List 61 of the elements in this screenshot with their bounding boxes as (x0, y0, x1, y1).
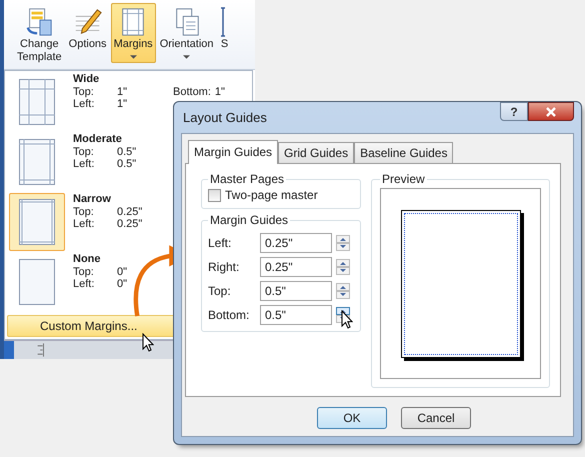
dialog-button[interactable]: Cancel (401, 407, 471, 429)
help-button[interactable]: ? (500, 102, 528, 121)
preset-name: Moderate (73, 133, 123, 146)
input-field[interactable]: 0.5" (260, 281, 332, 301)
ribbon-button[interactable]: S (218, 3, 232, 63)
page-margins-icon (19, 139, 55, 185)
close-button[interactable] (528, 102, 574, 121)
margin-value: 0.5" (117, 158, 138, 170)
cursor-icon (341, 310, 353, 329)
margin-value: 0.25" (117, 206, 144, 218)
caret-icon (130, 55, 137, 59)
dialog-button[interactable]: OK (317, 407, 387, 429)
preset-name: Wide (73, 73, 100, 86)
checkbox-label: Two-page master (225, 188, 318, 202)
input-field[interactable]: 0.25" (260, 233, 332, 253)
group-title: Margin Guides (209, 213, 290, 227)
ribbon-button[interactable]: Orientation (156, 3, 216, 63)
margin-label: Bottom: (173, 86, 211, 98)
tab[interactable]: Margin Guides (188, 140, 278, 164)
spinner-arrows-icon (336, 259, 350, 275)
field-label: Top: (208, 284, 232, 298)
margin-value: 0" (117, 278, 128, 290)
window-title: Layout Guides (182, 110, 267, 125)
margin-label: Top: (73, 146, 95, 158)
preset-name: Narrow (73, 193, 112, 206)
checkbox[interactable] (208, 188, 221, 202)
margin-value: 1" (117, 86, 128, 98)
margin-value: 0" (117, 266, 128, 278)
margin-label: Left: (73, 158, 96, 170)
page-margins-icon (19, 259, 55, 305)
ribbon-button[interactable]: Options (66, 3, 110, 63)
field-label: Right: (208, 260, 240, 274)
margin-label: Left: (73, 98, 96, 110)
preset-name: None (73, 253, 102, 266)
ribbon-button[interactable]: Margins (110, 3, 156, 63)
margin-label: Top: (73, 266, 95, 278)
spinner-arrows-icon (336, 283, 350, 299)
close-icon (546, 106, 556, 116)
margin-label: Top: (73, 86, 95, 98)
margin-value: 1" (214, 86, 225, 98)
group-title: Master Pages (209, 172, 286, 186)
input-field[interactable]: 0.25" (260, 257, 332, 277)
group-title: Preview (381, 172, 426, 186)
template-icon (24, 6, 54, 38)
page-margins-icon (19, 79, 55, 125)
spinner-arrows-icon (336, 235, 350, 251)
ribbon-button[interactable]: Change Template (14, 3, 65, 67)
caret-icon (183, 55, 190, 59)
margin-value: 1" (117, 98, 128, 110)
field-label: Left: (208, 236, 232, 250)
ruler-icon (36, 343, 46, 357)
input-field[interactable]: 0.5" (260, 305, 332, 325)
margin-label: Top: (73, 206, 95, 218)
tab[interactable]: Baseline Guides (354, 142, 454, 163)
two-page-checkbox[interactable]: Two-page master (208, 188, 354, 202)
margin-value: 0.25" (117, 218, 144, 230)
margin-label: Left: (73, 278, 96, 290)
page-margins-icon (19, 199, 55, 245)
margin-label: Left: (73, 218, 96, 230)
tab[interactable]: Grid Guides (278, 142, 354, 163)
margin-value: 0.5" (117, 146, 138, 158)
